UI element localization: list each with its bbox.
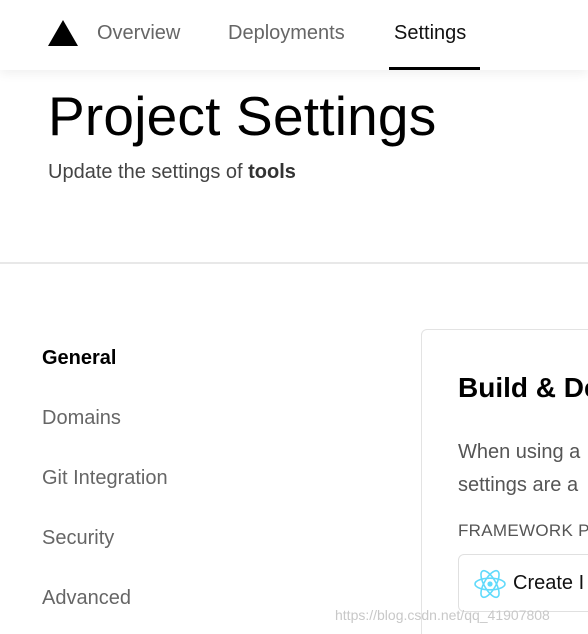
page-title: Project Settings [48, 85, 437, 147]
sidebar-item-advanced[interactable]: Advanced [42, 587, 131, 610]
subtitle-text: Update the settings of [48, 161, 249, 183]
sidebar-item-general[interactable]: General [42, 347, 116, 370]
nav-tab-deployments[interactable]: Deployments [228, 22, 345, 45]
nav-tab-settings[interactable]: Settings [394, 22, 466, 45]
project-name: tools [248, 161, 296, 183]
sidebar-item-security[interactable]: Security [42, 527, 114, 550]
sidebar-item-domains[interactable]: Domains [42, 407, 121, 430]
card-description-line: settings are a [458, 474, 579, 496]
nav-tab-overview[interactable]: Overview [97, 22, 180, 45]
page-subtitle: Update the settings of tools [48, 161, 296, 184]
sidebar-item-git-integration[interactable]: Git Integration [42, 467, 168, 490]
framework-preset-value: Create I [513, 572, 585, 594]
active-tab-indicator [389, 67, 480, 70]
page: Overview Deployments Settings Project Se… [0, 0, 588, 634]
header-divider [0, 262, 588, 264]
watermark: https://blog.csdn.net/qq_41907808 [335, 607, 550, 623]
card-title: Build & De [458, 372, 588, 403]
framework-preset-label: FRAMEWORK P [458, 521, 588, 540]
top-nav: Overview Deployments Settings [0, 0, 588, 70]
card-description-line: When using a [458, 441, 581, 463]
vercel-logo-icon[interactable] [47, 19, 79, 47]
card-description: When using a settings are a [458, 436, 580, 502]
react-icon [474, 569, 506, 599]
